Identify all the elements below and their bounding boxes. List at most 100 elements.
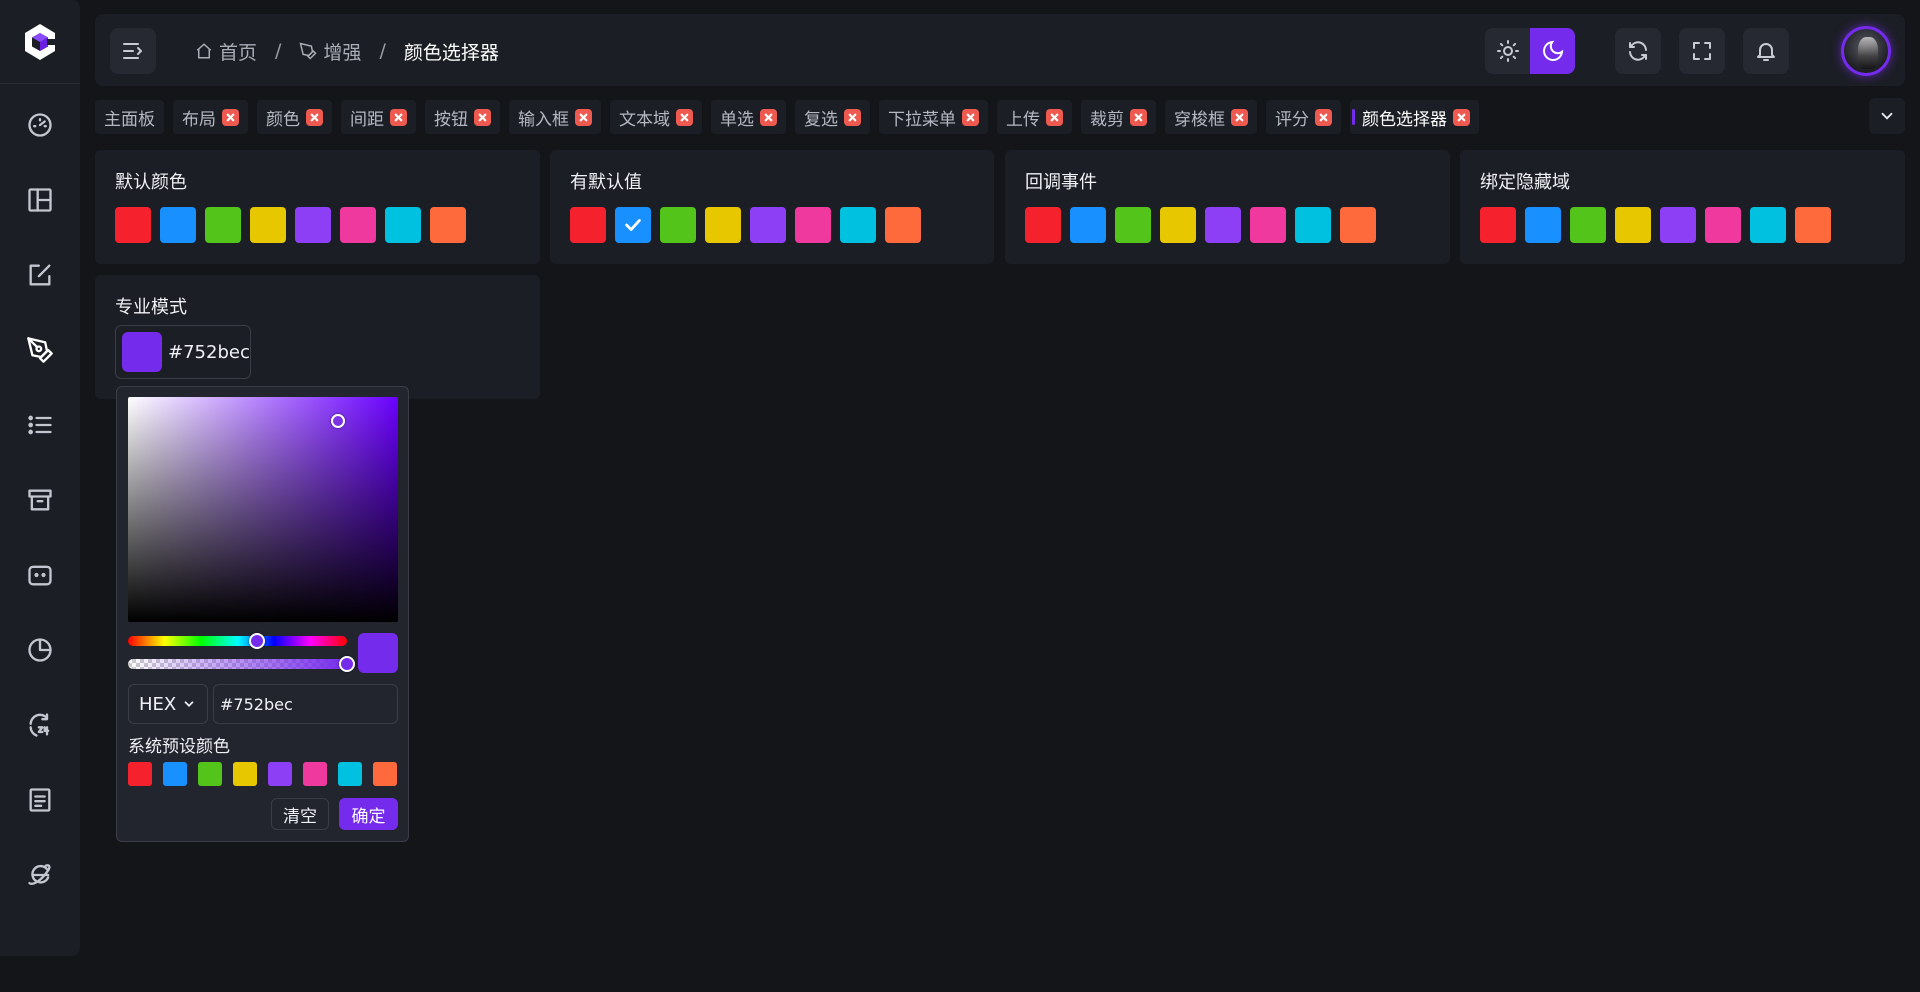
- tab-item[interactable]: 主面板: [95, 100, 164, 134]
- breadcrumb-home[interactable]: 首页: [195, 38, 257, 65]
- saturation-value-handle[interactable]: [331, 414, 345, 428]
- tab-item[interactable]: 裁剪: [1081, 100, 1156, 134]
- avatar[interactable]: [1841, 26, 1891, 76]
- tab-item[interactable]: 文本域: [610, 100, 702, 134]
- sidebar-item-bot[interactable]: [22, 557, 58, 593]
- color-swatch[interactable]: [885, 207, 921, 243]
- hue-handle[interactable]: [249, 633, 266, 649]
- color-swatch[interactable]: [705, 207, 741, 243]
- color-swatch[interactable]: [373, 762, 397, 786]
- tab-close-button[interactable]: [760, 108, 777, 126]
- color-swatch[interactable]: [1070, 207, 1106, 243]
- tab-item[interactable]: 颜色选择器: [1350, 100, 1479, 134]
- tab-close-button[interactable]: [962, 108, 979, 126]
- sidebar-item-archive[interactable]: [22, 482, 58, 518]
- color-swatch[interactable]: [205, 207, 241, 243]
- sidebar-item-form[interactable]: [22, 257, 58, 293]
- confirm-button[interactable]: 确定: [339, 798, 398, 830]
- sidebar-item-browser[interactable]: [22, 857, 58, 893]
- fullscreen-button[interactable]: [1679, 28, 1725, 74]
- color-swatch[interactable]: [1525, 207, 1561, 243]
- color-swatch[interactable]: [750, 207, 786, 243]
- tab-item[interactable]: 单选: [711, 100, 786, 134]
- app-logo[interactable]: [0, 0, 80, 84]
- tab-close-button[interactable]: [390, 108, 407, 126]
- breadcrumb-section[interactable]: 增强: [299, 38, 361, 65]
- clear-button[interactable]: 清空: [271, 798, 329, 830]
- color-swatch[interactable]: [1660, 207, 1696, 243]
- sidebar-item-chart[interactable]: [22, 632, 58, 668]
- tab-item[interactable]: 穿梭框: [1165, 100, 1257, 134]
- dark-theme-button[interactable]: [1530, 28, 1575, 74]
- tab-close-button[interactable]: [474, 108, 491, 126]
- sidebar-item-document[interactable]: [22, 782, 58, 818]
- saturation-value-area[interactable]: [128, 397, 398, 622]
- tab-item[interactable]: 下拉菜单: [879, 100, 988, 134]
- color-swatch[interactable]: [570, 207, 606, 243]
- tab-close-button[interactable]: [1453, 108, 1470, 126]
- tab-item[interactable]: 间距: [341, 100, 416, 134]
- color-swatch[interactable]: [1250, 207, 1286, 243]
- color-swatch[interactable]: [795, 207, 831, 243]
- tabs-more-button[interactable]: [1869, 98, 1905, 134]
- sidebar-item-history[interactable]: [22, 707, 58, 743]
- menu-fold-button[interactable]: [110, 28, 156, 74]
- color-swatch[interactable]: [268, 762, 292, 786]
- sidebar-item-list[interactable]: [22, 407, 58, 443]
- color-swatch[interactable]: [1750, 207, 1786, 243]
- tab-close-button[interactable]: [222, 108, 239, 126]
- sidebar-item-layout[interactable]: [22, 182, 58, 218]
- hex-input[interactable]: [213, 684, 398, 724]
- light-theme-button[interactable]: [1485, 28, 1530, 74]
- tab-close-button[interactable]: [575, 108, 592, 126]
- color-swatch[interactable]: [1480, 207, 1516, 243]
- color-swatch[interactable]: [233, 762, 257, 786]
- color-swatch[interactable]: [1115, 207, 1151, 243]
- color-swatch[interactable]: [660, 207, 696, 243]
- color-swatch[interactable]: [295, 207, 331, 243]
- color-swatch[interactable]: [163, 762, 187, 786]
- tab-close-button[interactable]: [1130, 108, 1147, 126]
- color-swatch[interactable]: [840, 207, 876, 243]
- color-swatch[interactable]: [250, 207, 286, 243]
- color-swatch[interactable]: [1615, 207, 1651, 243]
- tab-close-button[interactable]: [306, 108, 323, 126]
- sidebar-item-dashboard[interactable]: [22, 107, 58, 143]
- format-select[interactable]: HEX: [128, 684, 208, 724]
- color-swatch[interactable]: [615, 207, 651, 243]
- alpha-handle[interactable]: [339, 656, 355, 672]
- tab-item[interactable]: 颜色: [257, 100, 332, 134]
- color-swatch[interactable]: [1705, 207, 1741, 243]
- tab-item[interactable]: 上传: [997, 100, 1072, 134]
- tab-close-button[interactable]: [844, 108, 861, 126]
- notification-button[interactable]: [1743, 28, 1789, 74]
- tab-close-button[interactable]: [1315, 108, 1332, 126]
- tab-item[interactable]: 按钮: [425, 100, 500, 134]
- color-swatch[interactable]: [1025, 207, 1061, 243]
- alpha-slider[interactable]: [128, 656, 355, 672]
- color-swatch[interactable]: [340, 207, 376, 243]
- color-swatch[interactable]: [198, 762, 222, 786]
- color-swatch[interactable]: [1795, 207, 1831, 243]
- color-swatch[interactable]: [1160, 207, 1196, 243]
- color-swatch[interactable]: [1205, 207, 1241, 243]
- tab-item[interactable]: 输入框: [509, 100, 601, 134]
- tab-item[interactable]: 布局: [173, 100, 248, 134]
- hue-slider[interactable]: [128, 633, 347, 649]
- color-swatch[interactable]: [1295, 207, 1331, 243]
- tab-item[interactable]: 评分: [1266, 100, 1341, 134]
- color-swatch[interactable]: [128, 762, 152, 786]
- color-picker-trigger[interactable]: #752bec: [115, 325, 251, 379]
- color-swatch[interactable]: [303, 762, 327, 786]
- color-swatch[interactable]: [115, 207, 151, 243]
- tab-close-button[interactable]: [1046, 108, 1063, 126]
- color-swatch[interactable]: [160, 207, 196, 243]
- tab-close-button[interactable]: [1231, 108, 1248, 126]
- color-swatch[interactable]: [338, 762, 362, 786]
- color-swatch[interactable]: [1570, 207, 1606, 243]
- color-swatch[interactable]: [1340, 207, 1376, 243]
- tab-item[interactable]: 复选: [795, 100, 870, 134]
- refresh-button[interactable]: [1615, 28, 1661, 74]
- color-swatch[interactable]: [430, 207, 466, 243]
- tab-close-button[interactable]: [676, 108, 693, 126]
